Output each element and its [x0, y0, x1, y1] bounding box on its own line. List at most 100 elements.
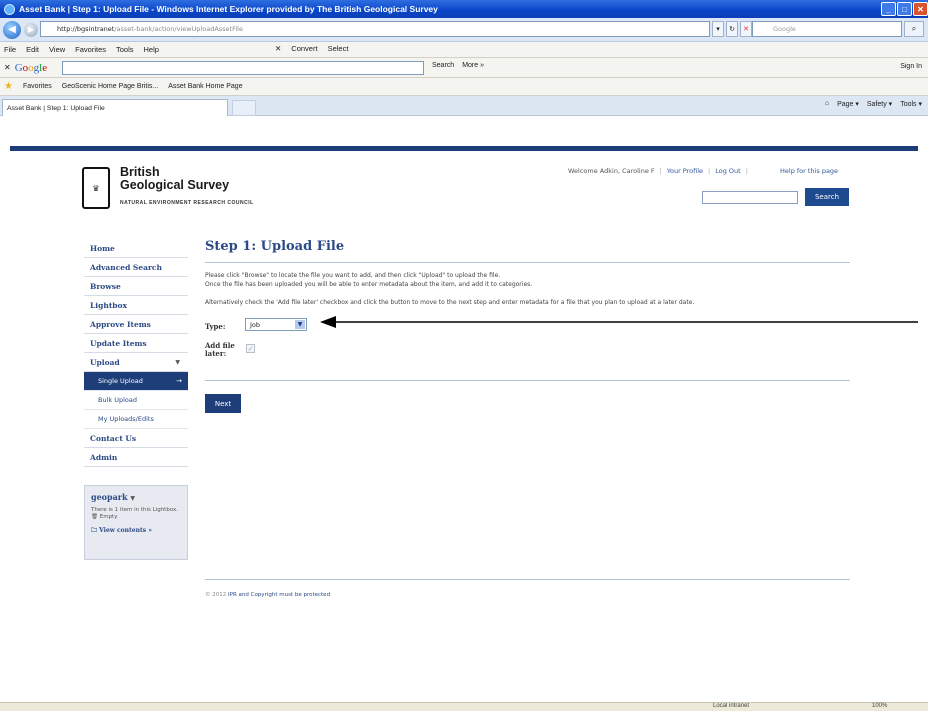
- forward-icon[interactable]: ▶: [24, 22, 38, 37]
- lightbox-name[interactable]: geopark ▼: [91, 492, 181, 502]
- sign-in-button[interactable]: Sign In: [900, 63, 922, 70]
- safety-menu[interactable]: Safety ▾: [867, 100, 892, 108]
- crown-icon: ♛: [92, 183, 100, 193]
- zone-indicator: Local intranet: [713, 703, 750, 709]
- close-toolbar-icon[interactable]: ✕: [275, 44, 281, 53]
- user-nav: Welcome Adkin, Caroline F | Your Profile…: [568, 167, 748, 175]
- menu-edit[interactable]: Edit: [26, 45, 39, 54]
- chevron-down-icon: ▼: [130, 495, 135, 502]
- sidebar-sub-label: Single Upload: [98, 377, 143, 385]
- address-bar: ◀ ▶ http://bgsintranet/asset-bank/action…: [0, 18, 928, 42]
- sidebar-item-update-items[interactable]: Update Items: [84, 334, 188, 353]
- instruction-text-1: Please click "Browse" to locate the file…: [205, 272, 501, 279]
- sidebar-item-approve-items[interactable]: Approve Items: [84, 315, 188, 334]
- select-button[interactable]: Select: [328, 44, 349, 53]
- google-search-button[interactable]: Search: [432, 62, 454, 69]
- sidebar: Home Advanced Search Browse Lightbox App…: [84, 239, 188, 467]
- help-link[interactable]: Help for this page: [780, 167, 838, 175]
- url-host: http://bgsintranet: [57, 25, 115, 33]
- sidebar-sub-my-uploads[interactable]: My Uploads/Edits: [84, 410, 188, 429]
- menu-bar: File Edit View Favorites Tools Help ✕ Co…: [0, 42, 928, 58]
- header-rule: [10, 146, 918, 151]
- status-bar: Local intranet 100%: [0, 702, 928, 711]
- bgs-logo: ♛: [82, 167, 110, 209]
- minimize-button[interactable]: _: [881, 2, 896, 16]
- convert-button[interactable]: Convert: [291, 44, 317, 53]
- form-divider: [205, 380, 850, 381]
- chevron-down-icon[interactable]: ▼: [295, 320, 305, 329]
- org-subtitle: NATURAL ENVIRONMENT RESEARCH COUNCIL: [120, 200, 254, 206]
- sidebar-item-admin[interactable]: Admin: [84, 448, 188, 467]
- ipr-link[interactable]: IPR and Copyright must be protected: [228, 592, 330, 598]
- trash-icon: 🗑: [91, 514, 98, 520]
- add-file-later-line-2: later:: [205, 349, 227, 358]
- tab-bar: Asset Bank | Step 1: Upload File ⌂ Page …: [0, 96, 928, 116]
- back-icon[interactable]: ◀: [3, 20, 21, 39]
- lightbox-count: There is 1 item in this Lightbox.: [91, 507, 179, 513]
- google-search-input[interactable]: [62, 61, 424, 75]
- zoom-level[interactable]: 100%: [872, 703, 887, 709]
- fav-link-geoscenic[interactable]: GeoScenic Home Page Britis...: [62, 83, 159, 90]
- page-menu[interactable]: Page ▾: [837, 100, 859, 108]
- favorites-bar: ★ Favorites GeoScenic Home Page Britis..…: [0, 78, 928, 96]
- site-search-button[interactable]: Search: [805, 188, 849, 206]
- org-name: British Geological Survey: [120, 166, 229, 192]
- url-path: /asset-bank/action/viewUploadAssetFile: [114, 25, 243, 33]
- your-profile-link[interactable]: Your Profile: [667, 167, 703, 175]
- google-toolbar: ✕ Google Search More » Sign In: [0, 58, 928, 78]
- chevron-down-icon: ▼: [175, 358, 180, 366]
- title-divider: [205, 262, 850, 263]
- dropdown-icon[interactable]: ▾: [712, 21, 724, 37]
- separator: |: [745, 167, 748, 175]
- separator: |: [659, 167, 662, 175]
- tools-menu[interactable]: Tools ▾: [900, 100, 922, 108]
- stop-icon[interactable]: ✕: [740, 21, 752, 37]
- favorites-button[interactable]: Favorites: [23, 83, 52, 90]
- menu-tools[interactable]: Tools: [116, 45, 134, 54]
- instruction-text-2: Once the file has been uploaded you will…: [205, 281, 533, 288]
- menu-help[interactable]: Help: [144, 45, 159, 54]
- refresh-icon[interactable]: ↻: [726, 21, 738, 37]
- sidebar-item-lightbox[interactable]: Lightbox: [84, 296, 188, 315]
- sidebar-item-advanced-search[interactable]: Advanced Search: [84, 258, 188, 277]
- sidebar-sub-bulk-upload[interactable]: Bulk Upload: [84, 391, 188, 410]
- view-contents-link: View contents »: [99, 527, 152, 534]
- menu-view[interactable]: View: [49, 45, 65, 54]
- google-tools: Search More »: [432, 62, 484, 69]
- lightbox-view[interactable]: 🗀 View contents »: [91, 526, 181, 536]
- add-file-later-checkbox[interactable]: ✓: [246, 344, 255, 353]
- close-button[interactable]: ✕: [913, 2, 928, 16]
- page-title: Step 1: Upload File: [205, 239, 345, 254]
- log-out-link[interactable]: Log Out: [715, 167, 740, 175]
- maximize-button[interactable]: □: [897, 2, 912, 16]
- annotation-arrow: [320, 316, 918, 328]
- command-bar: ⌂ Page ▾ Safety ▾ Tools ▾: [825, 100, 922, 108]
- sidebar-sub-single-upload[interactable]: Single Upload →: [84, 372, 188, 391]
- close-google-icon[interactable]: ✕: [4, 63, 11, 72]
- browser-search-input[interactable]: Google: [752, 21, 902, 37]
- window-title-bar: Asset Bank | Step 1: Upload File - Windo…: [0, 0, 928, 18]
- sidebar-item-home[interactable]: Home: [84, 239, 188, 258]
- page-content: ♛ British Geological Survey NATURAL ENVI…: [0, 116, 928, 702]
- url-field[interactable]: http://bgsintranet/asset-bank/action/vie…: [40, 21, 710, 37]
- sidebar-item-label: Upload: [90, 357, 120, 367]
- menu-file[interactable]: File: [4, 45, 16, 54]
- ie-icon: [4, 3, 15, 15]
- menu-favorites[interactable]: Favorites: [75, 45, 106, 54]
- search-icon[interactable]: ⌕: [904, 21, 924, 37]
- footer-divider: [205, 579, 850, 580]
- fav-link-asset-bank[interactable]: Asset Bank Home Page: [168, 83, 242, 90]
- lightbox-empty-link[interactable]: Empty: [100, 514, 118, 520]
- new-tab-button[interactable]: [232, 100, 256, 116]
- home-icon[interactable]: ⌂: [825, 100, 829, 108]
- browser-tab[interactable]: Asset Bank | Step 1: Upload File: [2, 99, 228, 116]
- site-search-input[interactable]: [702, 191, 798, 204]
- window-controls: _ □ ✕: [881, 2, 928, 16]
- type-select[interactable]: Job ▼: [245, 318, 307, 331]
- google-logo: Google: [14, 61, 48, 74]
- sidebar-item-browse[interactable]: Browse: [84, 277, 188, 296]
- sidebar-item-contact-us[interactable]: Contact Us: [84, 429, 188, 448]
- google-more-button[interactable]: More »: [462, 62, 484, 69]
- next-button[interactable]: Next: [205, 394, 241, 413]
- sidebar-item-upload[interactable]: Upload ▼: [84, 353, 188, 372]
